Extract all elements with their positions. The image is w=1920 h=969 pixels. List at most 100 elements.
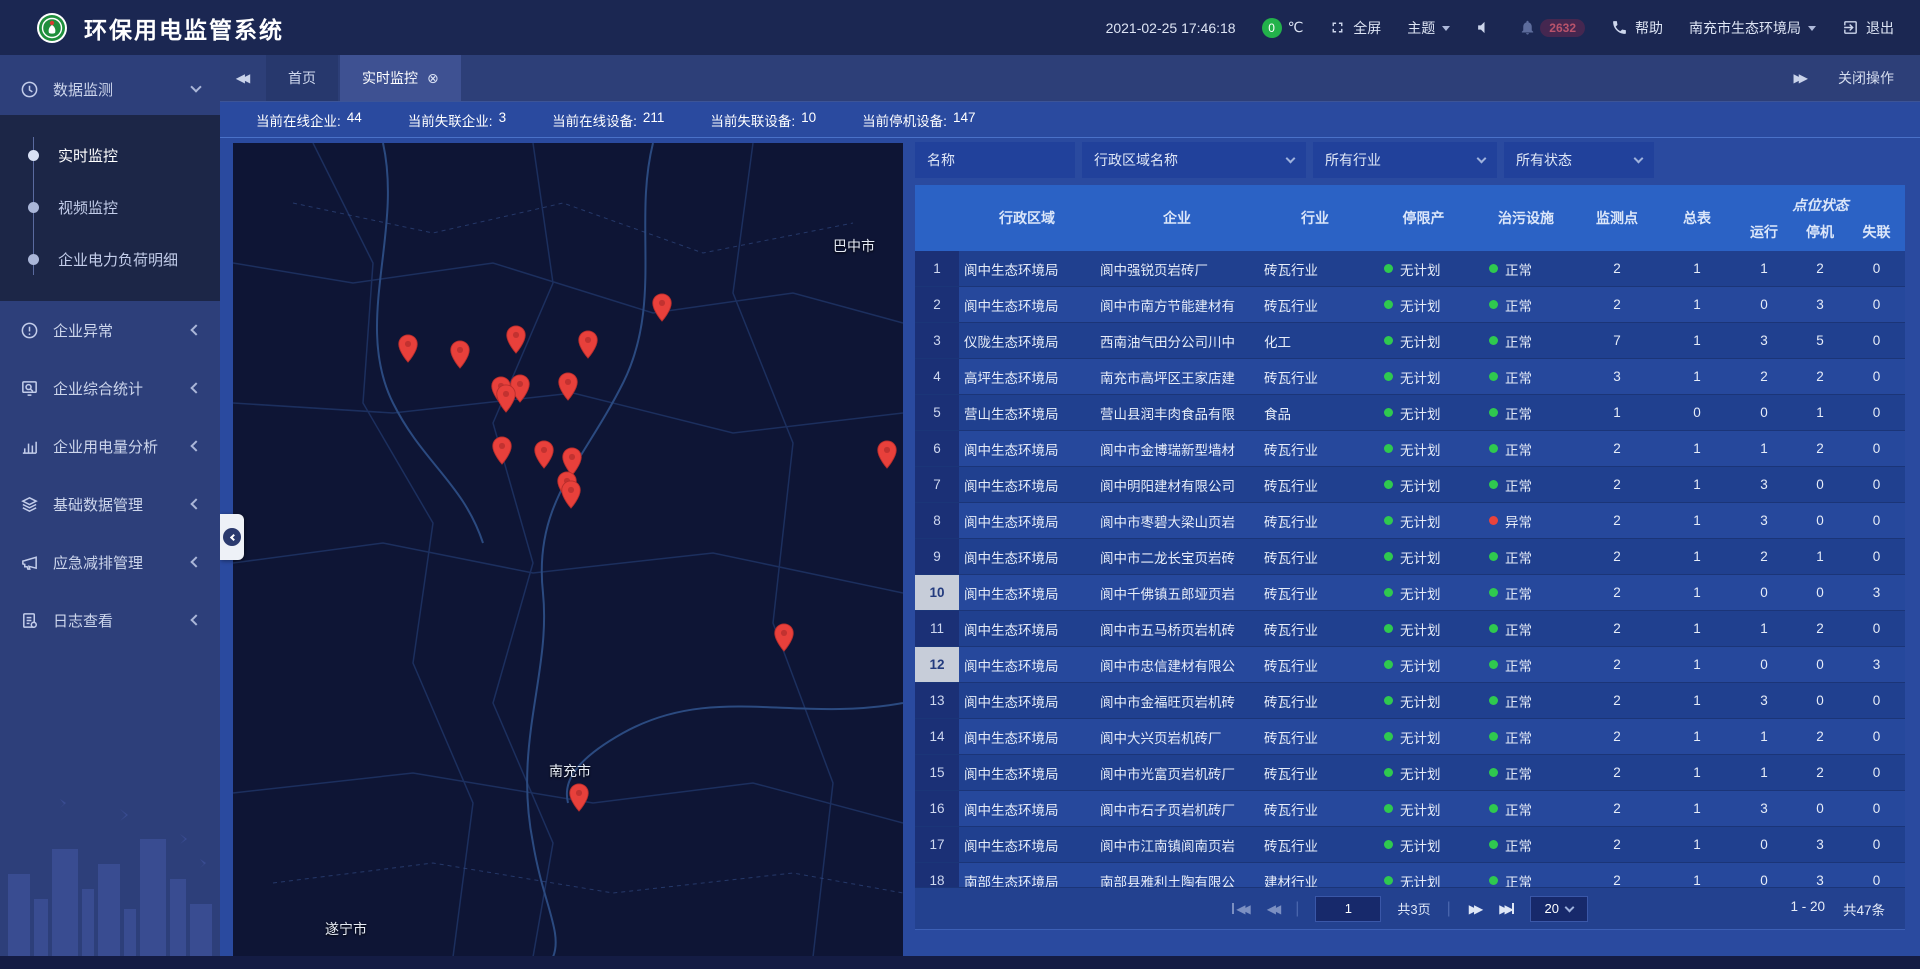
- table-row[interactable]: 2 阆中生态环境局 阆中市南方节能建材有 砖瓦行业 无计划 正常 2 1 0 3…: [915, 287, 1905, 323]
- map-pin[interactable]: [560, 480, 582, 509]
- sidebar-item-emergency-reduction[interactable]: 应急减排管理: [0, 533, 220, 591]
- row-company-cell: 阆中强锐页岩砖厂: [1095, 251, 1259, 286]
- sidebar-item-power-usage-analysis[interactable]: 企业用电量分析: [0, 417, 220, 475]
- first-page-button[interactable]: ◀◀: [1232, 902, 1248, 916]
- table-row[interactable]: 12 阆中生态环境局 阆中市忠信建材有限公 砖瓦行业 无计划 正常 2 1 0 …: [915, 647, 1905, 683]
- sidebar-item-realtime-monitor[interactable]: 实时监控: [0, 129, 220, 181]
- map-pin[interactable]: [505, 325, 527, 354]
- row-offline-cell: 0: [1848, 755, 1905, 790]
- row-index-cell: 7: [915, 467, 959, 502]
- stat-online-devices: 当前在线设备:211: [552, 110, 664, 130]
- sidebar-item-log-view[interactable]: 日志查看: [0, 591, 220, 649]
- table-row[interactable]: 3 仪陇生态环境局 西南油气田分公司川中 化工 无计划 正常 7 1 3 5 0: [915, 323, 1905, 359]
- stat-offline-enterprises: 当前失联企业:3: [408, 110, 506, 130]
- logout-button[interactable]: 退出: [1842, 18, 1894, 38]
- theme-dropdown[interactable]: 主题: [1407, 18, 1450, 38]
- map-pin[interactable]: [495, 384, 517, 413]
- sidebar-item-enterprise-statistics[interactable]: 企业综合统计: [0, 359, 220, 417]
- facility-status-dot: [1489, 516, 1498, 525]
- sidebar-item-data-monitoring[interactable]: 数据监测: [0, 63, 220, 115]
- table-row[interactable]: 10 阆中生态环境局 阆中千佛镇五郎垭页岩 砖瓦行业 无计划 正常 2 1 0 …: [915, 575, 1905, 611]
- notifications-button[interactable]: 2632: [1519, 19, 1585, 37]
- map-city-label: 南充市: [549, 761, 591, 781]
- region-filter-select[interactable]: 行政区域名称: [1082, 142, 1306, 178]
- chevron-left-icon: [190, 382, 201, 393]
- help-button[interactable]: 帮助: [1611, 18, 1663, 38]
- map-pin[interactable]: [773, 623, 795, 652]
- column-header-index: [915, 185, 959, 251]
- table-row[interactable]: 5 营山生态环境局 营山县润丰肉食品有限 食品 无计划 正常 1 0 0 1 0: [915, 395, 1905, 431]
- column-header-meters: 总表: [1658, 185, 1736, 251]
- row-stopped-cell: 2: [1792, 611, 1848, 646]
- map-pin[interactable]: [557, 372, 579, 401]
- tabs-scroll-left-button[interactable]: ◀◀: [220, 55, 266, 101]
- tab-home[interactable]: 首页: [266, 55, 338, 101]
- sidebar-item-enterprise-abnormal[interactable]: 企业异常: [0, 301, 220, 359]
- map-pin[interactable]: [876, 440, 898, 469]
- column-header-points: 监测点: [1576, 185, 1658, 251]
- chevron-left-circle-icon: [223, 528, 241, 546]
- table-row[interactable]: 14 阆中生态环境局 阆中大兴页岩机砖厂 砖瓦行业 无计划 正常 2 1 1 2…: [915, 719, 1905, 755]
- table-row[interactable]: 16 阆中生态环境局 阆中市石子页岩机砖厂 砖瓦行业 无计划 正常 2 1 3 …: [915, 791, 1905, 827]
- table-row[interactable]: 7 阆中生态环境局 阆中明阳建材有限公司 砖瓦行业 无计划 正常 2 1 3 0…: [915, 467, 1905, 503]
- sidebar-collapse-button[interactable]: [220, 514, 244, 560]
- name-filter-input[interactable]: [927, 152, 1063, 168]
- table-row[interactable]: 1 阆中生态环境局 阆中强锐页岩砖厂 砖瓦行业 无计划 正常 2 1 1 2 0: [915, 251, 1905, 287]
- row-offline-cell: 0: [1848, 431, 1905, 466]
- row-facility-cell: 正常: [1476, 431, 1576, 466]
- map-pin[interactable]: [568, 783, 590, 812]
- row-index-cell: 9: [915, 539, 959, 574]
- map-pin[interactable]: [449, 340, 471, 369]
- row-meters-cell: 1: [1658, 359, 1736, 394]
- map-pin[interactable]: [533, 440, 555, 469]
- sidebar-item-video-monitor[interactable]: 视频监控: [0, 181, 220, 233]
- close-operations-button[interactable]: 关闭操作: [1838, 68, 1894, 88]
- table-row[interactable]: 15 阆中生态环境局 阆中市光富页岩机砖厂 砖瓦行业 无计划 正常 2 1 1 …: [915, 755, 1905, 791]
- status-filter-select[interactable]: 所有状态: [1504, 142, 1654, 178]
- fullscreen-button[interactable]: 全屏: [1329, 18, 1381, 38]
- row-running-cell: 2: [1736, 359, 1792, 394]
- last-page-button[interactable]: ▶▶: [1497, 902, 1513, 916]
- map-pin[interactable]: [577, 330, 599, 359]
- table-row[interactable]: 6 阆中生态环境局 阆中市金博瑞新型墙材 砖瓦行业 无计划 正常 2 1 1 2…: [915, 431, 1905, 467]
- map-pin[interactable]: [397, 334, 419, 363]
- row-region-cell: 阆中生态环境局: [959, 683, 1095, 718]
- temperature-unit: ℃: [1288, 19, 1304, 36]
- tab-close-icon[interactable]: ⊗: [427, 71, 439, 85]
- row-running-cell: 0: [1736, 287, 1792, 322]
- page-size-select[interactable]: 20: [1530, 896, 1588, 922]
- tabs-scroll-right-button[interactable]: ▶▶: [1794, 71, 1808, 85]
- table-row[interactable]: 4 高坪生态环境局 南充市高坪区王家店建 砖瓦行业 无计划 正常 3 1 2 2…: [915, 359, 1905, 395]
- table-row[interactable]: 13 阆中生态环境局 阆中市金福旺页岩机砖 砖瓦行业 无计划 正常 2 1 3 …: [915, 683, 1905, 719]
- sidebar-item-power-load-detail[interactable]: 企业电力负荷明细: [0, 233, 220, 285]
- sidebar-item-basic-data-management[interactable]: 基础数据管理: [0, 475, 220, 533]
- page-number-input[interactable]: [1315, 896, 1381, 922]
- map-roads: [233, 143, 903, 957]
- row-stopped-cell: 0: [1792, 575, 1848, 610]
- map-panel[interactable]: 巴中市 南充市 遂宁市: [233, 143, 903, 957]
- row-meters-cell: 1: [1658, 467, 1736, 502]
- row-company-cell: 阆中市五马桥页岩机砖: [1095, 611, 1259, 646]
- org-dropdown[interactable]: 南充市生态环境局: [1689, 18, 1816, 38]
- table-row[interactable]: 17 阆中生态环境局 阆中市江南镇阆南页岩 砖瓦行业 无计划 正常 2 1 0 …: [915, 827, 1905, 863]
- table-row[interactable]: 8 阆中生态环境局 阆中市枣碧大梁山页岩 砖瓦行业 无计划 异常 2 1 3 0…: [915, 503, 1905, 539]
- row-stopped-cell: 0: [1792, 791, 1848, 826]
- table-row[interactable]: 11 阆中生态环境局 阆中市五马桥页岩机砖 砖瓦行业 无计划 正常 2 1 1 …: [915, 611, 1905, 647]
- industry-filter-select[interactable]: 所有行业: [1313, 142, 1497, 178]
- row-facility-cell: 异常: [1476, 503, 1576, 538]
- next-page-button[interactable]: ▶▶: [1467, 902, 1481, 916]
- row-company-cell: 阆中市忠信建材有限公: [1095, 647, 1259, 682]
- row-points-cell: 3: [1576, 359, 1658, 394]
- mute-button[interactable]: [1476, 19, 1493, 36]
- content-area: 巴中市 南充市 遂宁市 行政区域名称 所有行业 所: [220, 139, 1920, 969]
- name-filter-field[interactable]: [915, 142, 1075, 178]
- chevron-down-icon: [1286, 154, 1296, 164]
- prev-page-button[interactable]: ◀◀: [1265, 902, 1279, 916]
- row-region-cell: 阆中生态环境局: [959, 467, 1095, 502]
- map-pin[interactable]: [491, 436, 513, 465]
- table-row[interactable]: 9 阆中生态环境局 阆中市二龙长宝页岩砖 砖瓦行业 无计划 正常 2 1 2 1…: [915, 539, 1905, 575]
- tab-realtime-monitor[interactable]: 实时监控 ⊗: [340, 55, 461, 101]
- table-row[interactable]: 18 南部生态环境局 南部县雅利土陶有限公 建材行业 无计划 正常 2 1 0 …: [915, 863, 1905, 887]
- facility-status-dot: [1489, 408, 1498, 417]
- map-pin[interactable]: [651, 293, 673, 322]
